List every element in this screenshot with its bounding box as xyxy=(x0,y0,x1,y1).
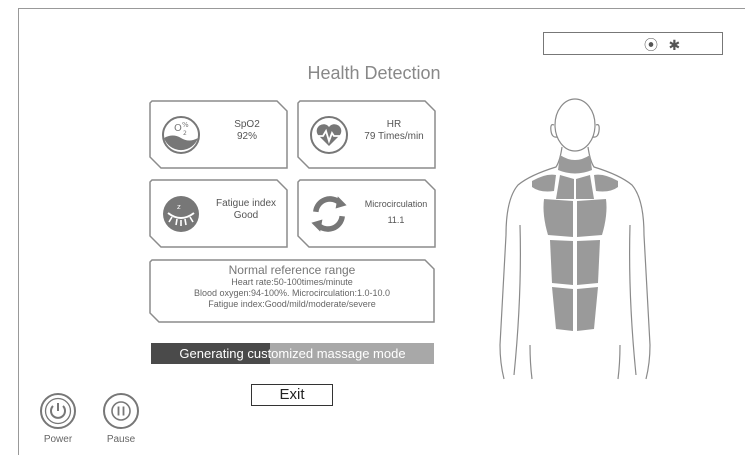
microphone-icon: ⦿ xyxy=(644,38,658,54)
fatigue-label: Fatigue index xyxy=(215,198,277,209)
status-bar: ⦿ ✱ xyxy=(543,32,723,55)
fatigue-value: Good xyxy=(233,210,259,221)
reference-line-heart-rate: Heart rate:50-100times/minute xyxy=(231,277,353,287)
body-outline xyxy=(499,98,651,380)
progress-label: Generating customized massage mode xyxy=(179,346,406,361)
svg-text:O: O xyxy=(174,123,182,134)
svg-text:2: 2 xyxy=(183,130,187,137)
reference-range-box: Normal reference range Heart rate:50-100… xyxy=(149,259,435,323)
hr-label: HR xyxy=(386,119,402,130)
spo2-text: SpO2 92% xyxy=(209,119,285,143)
microcirculation-text: Microcirculation 11.1 xyxy=(355,198,437,226)
fatigue-text: Fatigue index Good xyxy=(203,198,289,222)
massage-mode-progress-bar: Generating customized massage mode xyxy=(151,343,434,364)
exit-button[interactable]: Exit xyxy=(251,384,333,406)
hr-text: HR 79 Times/min xyxy=(351,119,437,143)
muscle-groups xyxy=(532,155,618,331)
spo2-value: 92% xyxy=(236,131,257,142)
hr-card: HR 79 Times/min xyxy=(297,100,437,170)
svg-text:%: % xyxy=(182,121,189,129)
reference-line-blood-oxygen: Blood oxygen:94-100%. Microcirculation:1… xyxy=(193,288,391,298)
microcirculation-card: Microcirculation 11.1 xyxy=(297,179,437,249)
pause-button[interactable] xyxy=(102,392,140,430)
circulation-arrows-icon xyxy=(311,196,347,232)
microcirculation-label: Microcirculation xyxy=(364,199,428,209)
spo2-label: SpO2 xyxy=(234,119,260,130)
reference-title: Normal reference range xyxy=(228,263,356,277)
hr-value: 79 Times/min xyxy=(364,131,424,142)
reference-text: Normal reference range Heart rate:50-100… xyxy=(149,263,435,310)
spo2-card: O % 2 SpO2 92% xyxy=(149,100,289,170)
page-title: Health Detection xyxy=(307,63,441,83)
fatigue-eye-icon: z xyxy=(163,196,199,232)
status-icons: ⦿ ✱ xyxy=(644,35,680,55)
pause-label: Pause xyxy=(106,434,136,445)
spo2-icon: O % 2 xyxy=(162,116,200,154)
fatigue-card: z Fatigue index Good xyxy=(149,179,289,249)
bluetooth-icon: ✱ xyxy=(668,38,681,54)
microcirculation-value: 11.1 xyxy=(387,215,405,225)
power-button[interactable] xyxy=(39,392,77,430)
power-label: Power xyxy=(43,434,73,445)
body-muscle-map xyxy=(499,98,651,380)
reference-line-fatigue: Fatigue index:Good/mild/moderate/severe xyxy=(208,299,376,309)
heart-rate-icon xyxy=(310,116,348,154)
svg-text:z: z xyxy=(177,203,181,211)
